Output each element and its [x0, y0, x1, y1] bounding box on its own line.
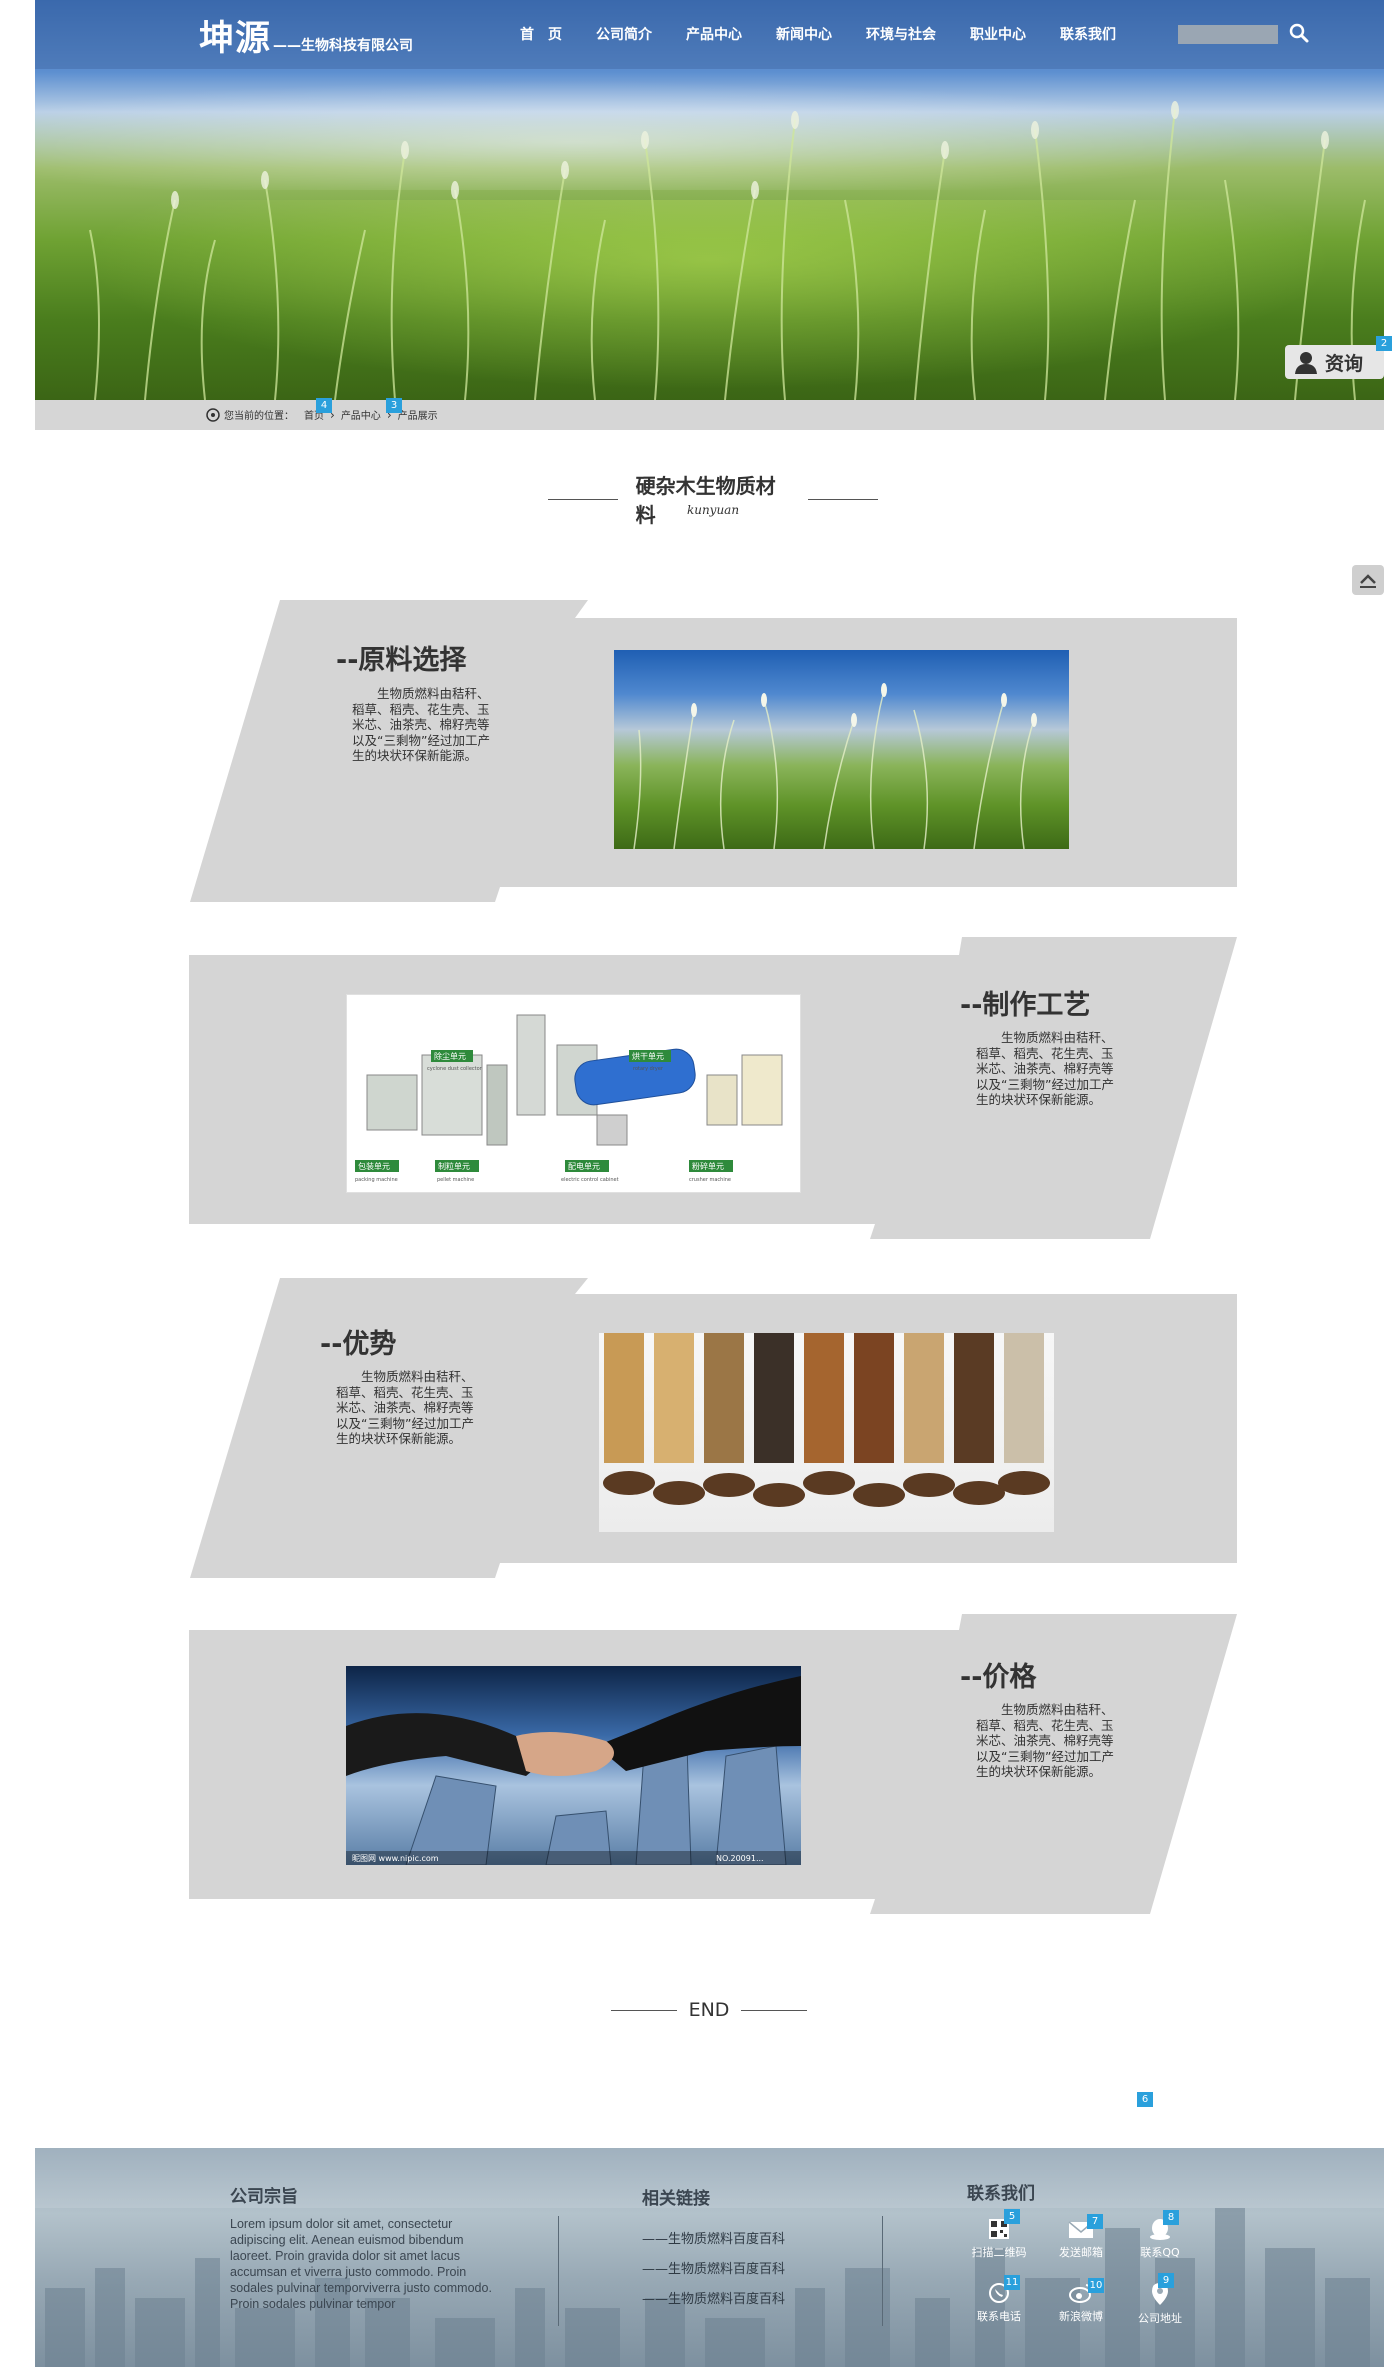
handshake-picture: 昵图网 www.nipic.com NO.20091...	[346, 1676, 801, 1865]
machine-label-en: packing machine	[355, 1177, 398, 1183]
footer-link[interactable]: ——生物质燃料百度百科	[642, 2258, 785, 2277]
badge: 6	[1137, 2092, 1153, 2107]
machine-label: 包装单元	[358, 1161, 390, 1171]
production-line-image: 除尘单元 烘干单元 包装单元 制粒单元 配电单元 粉碎单元 cyclone du…	[346, 994, 801, 1193]
badge: 11	[1004, 2275, 1020, 2290]
end-marker: END	[604, 1999, 814, 2021]
nav-careers[interactable]: 职业中心	[970, 24, 1026, 44]
footer-about-text: Lorem ipsum dolor sit amet, consectetur …	[230, 2217, 492, 2311]
contact-address[interactable]: 公司地址	[1125, 2282, 1195, 2326]
logo-sub-text: ——生物科技有限公司	[273, 38, 414, 54]
machine-label-en: rotary dryer	[633, 1066, 664, 1072]
content-block-process: 除尘单元 烘干单元 包装单元 制粒单元 配电单元 粉碎单元 cyclone du…	[0, 937, 1394, 1239]
machine-label-en: electric control cabinet	[561, 1177, 619, 1183]
block-heading: --优势	[320, 1329, 397, 1360]
content-block-advantage: --优势 生物质燃料由秸秆、稻草、稻壳、花生壳、玉米芯、油茶壳、棉籽壳等以及“三…	[0, 1278, 1394, 1578]
machine-label: 配电单元	[568, 1161, 600, 1171]
nav-products[interactable]: 产品中心	[686, 24, 742, 44]
badge: 8	[1163, 2210, 1179, 2225]
footer-link[interactable]: ——生物质燃料百度百科	[642, 2228, 785, 2247]
machine-label: 除尘单元	[434, 1051, 466, 1061]
end-divider	[741, 2009, 808, 2011]
contact-label: 联系QQ	[1140, 2246, 1180, 2259]
logo-main-text: 坤源	[199, 19, 272, 59]
nav-news[interactable]: 新闻中心	[776, 24, 832, 44]
scroll-to-top-button[interactable]	[1352, 565, 1384, 595]
nav-home[interactable]: 首 页	[520, 24, 562, 44]
breadcrumb-products[interactable]: 产品中心	[341, 407, 381, 422]
section-title-text: 硬杂木生物质材料	[635, 474, 776, 527]
content-block-price: 昵图网 www.nipic.com NO.20091... --价格 生物质燃料…	[0, 1614, 1394, 1914]
footer-about-title: 公司宗旨	[230, 2187, 298, 2207]
breadcrumb-current: 产品展示	[397, 411, 438, 422]
handshake-image: 昵图网 www.nipic.com NO.20091...	[346, 1666, 801, 1865]
contact-label: 新浪微博	[1059, 2310, 1103, 2323]
machine-label-en: pellet machine	[437, 1177, 474, 1183]
footer-links-title: 相关链接	[642, 2189, 710, 2209]
machine-label: 制粒单元	[438, 1161, 470, 1171]
footer-link[interactable]: ——生物质燃料百度百科	[642, 2288, 785, 2307]
contact-qq[interactable]: 联系QQ	[1125, 2218, 1195, 2260]
contact-label: 联系电话	[977, 2310, 1021, 2323]
nav-environment[interactable]: 环境与社会	[866, 24, 936, 44]
biomass-fuel-image	[599, 1333, 1054, 1532]
watermark-text: NO.20091...	[716, 1854, 764, 1863]
content-block-material: --原料选择 生物质燃料由秸秆、稻草、稻壳、花生壳、玉米芯、油茶壳、棉籽壳等以及…	[0, 600, 1394, 902]
contact-phone[interactable]: 联系电话	[964, 2282, 1034, 2324]
contact-label: 扫描二维码	[971, 2246, 1027, 2259]
section-subtitle: kunyuan	[686, 503, 740, 517]
footer-divider	[558, 2216, 559, 2326]
footer-links: ——生物质燃料百度百科 ——生物质燃料百度百科 ——生物质燃料百度百科	[642, 2228, 785, 2318]
search-input[interactable]	[1178, 25, 1278, 44]
block-heading: --价格	[960, 1662, 1037, 1693]
badge: 9	[1158, 2273, 1174, 2288]
consult-button[interactable]: 资询	[1285, 345, 1384, 379]
biomass-picture	[603, 1333, 1050, 1507]
grass-picture	[633, 683, 1037, 849]
block-text: 生物质燃料由秸秆、稻草、稻壳、花生壳、玉米芯、油茶壳、棉籽壳等以及“三剩物”经过…	[976, 1702, 1114, 1779]
nav-about[interactable]: 公司简介	[596, 24, 652, 44]
block-text: 生物质燃料由秸秆、稻草、稻壳、花生壳、玉米芯、油茶壳、棉籽壳等以及“三剩物”经过…	[336, 1369, 474, 1446]
block-heading: --原料选择	[336, 645, 467, 676]
section-title: 硬杂木生物质材料	[548, 470, 878, 528]
badge: 7	[1087, 2214, 1103, 2229]
block-text: 生物质燃料由秸秆、稻草、稻壳、花生壳、玉米芯、油茶壳、棉籽壳等以及“三剩物”经过…	[352, 686, 490, 763]
block-heading: --制作工艺	[960, 990, 1091, 1021]
title-divider	[808, 498, 878, 500]
badge: 5	[1004, 2209, 1020, 2224]
badge: 4	[316, 398, 332, 413]
footer-contact-title: 联系我们	[967, 2184, 1035, 2204]
customer-service-icon	[1295, 352, 1317, 374]
location-pin-icon	[206, 407, 220, 422]
nav-contact[interactable]: 联系我们	[1060, 24, 1116, 44]
machine-label-en: cyclone dust collector	[427, 1066, 483, 1072]
end-divider	[610, 2009, 677, 2011]
arrow-up-icon	[1360, 574, 1376, 588]
contact-qrcode[interactable]: 扫描二维码	[964, 2218, 1034, 2260]
grass-image	[614, 650, 1069, 849]
contact-email[interactable]: 发送邮箱	[1046, 2218, 1116, 2260]
site-logo[interactable]: 坤源 ——生物科技有限公司	[199, 10, 413, 61]
badge: 2	[1376, 336, 1392, 351]
badge: 10	[1088, 2278, 1104, 2293]
footer-divider	[882, 2216, 883, 2326]
search-icon[interactable]	[1288, 22, 1310, 44]
watermark-text: 昵图网 www.nipic.com	[352, 1854, 439, 1863]
machine-diagram: 除尘单元 烘干单元 包装单元 制粒单元 配电单元 粉碎单元 cyclone du…	[355, 1014, 783, 1183]
contact-weibo[interactable]: 新浪微博	[1046, 2282, 1116, 2324]
breadcrumb-prefix: 您当前的位置：	[224, 411, 294, 422]
end-label: END	[688, 1999, 730, 2021]
main-nav: 首 页 公司简介 产品中心 新闻中心 环境与社会 职业中心 联系我们	[520, 24, 1150, 44]
machine-label: 烘干单元	[632, 1051, 664, 1061]
block-text: 生物质燃料由秸秆、稻草、稻壳、花生壳、玉米芯、油茶壳、棉籽壳等以及“三剩物”经过…	[976, 1030, 1114, 1107]
machine-label: 粉碎单元	[692, 1161, 724, 1171]
badge: 3	[386, 398, 402, 413]
contact-label: 公司地址	[1138, 2312, 1182, 2325]
machine-label-en: crusher machine	[689, 1177, 731, 1183]
consult-label: 资询	[1325, 352, 1364, 375]
contact-label: 发送邮箱	[1059, 2246, 1103, 2259]
title-divider	[548, 498, 618, 500]
